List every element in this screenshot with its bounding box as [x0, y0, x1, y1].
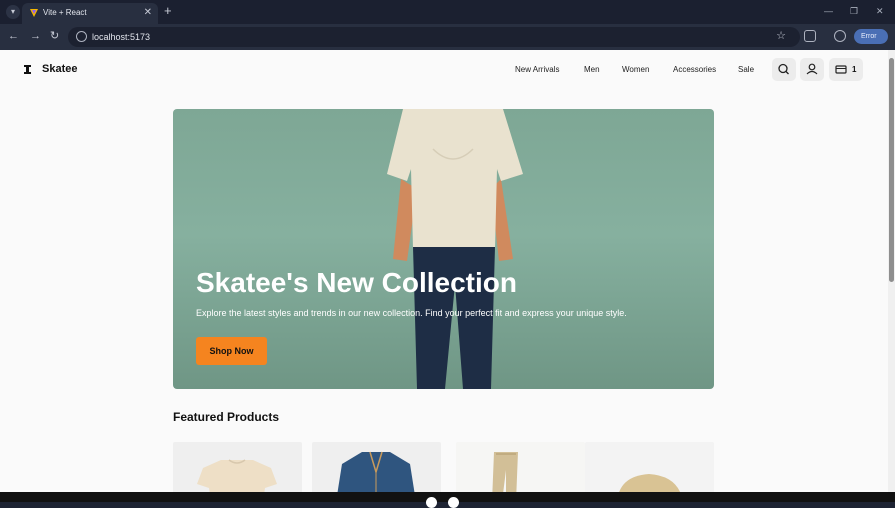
shop-now-button[interactable]: Shop Now — [196, 337, 267, 365]
nav-accessories[interactable]: Accessories — [673, 64, 716, 75]
page-viewport: Skatee New Arrivals Men Women Accessorie… — [0, 50, 888, 492]
scrollbar-thumb[interactable] — [889, 58, 894, 282]
tab-title: Vite + React — [43, 8, 87, 17]
window-close-icon[interactable]: ✕ — [876, 5, 884, 17]
cart-button[interactable]: 1 — [829, 58, 863, 81]
tshirt-image — [197, 459, 277, 492]
user-icon — [806, 63, 818, 75]
product-card-pants[interactable] — [456, 442, 585, 492]
cart-count: 1 — [852, 65, 857, 74]
back-icon[interactable]: ← — [8, 29, 19, 43]
new-tab-icon[interactable]: + — [164, 4, 172, 18]
product-card-tshirt[interactable] — [173, 442, 302, 492]
nav-men[interactable]: Men — [584, 64, 600, 75]
nav-women[interactable]: Women — [622, 64, 649, 75]
hero-model-image — [387, 109, 523, 389]
hero-title: Skatee's New Collection — [196, 267, 517, 298]
khaki-pants-image — [492, 452, 518, 492]
url-text[interactable]: localhost:5173 — [92, 31, 150, 43]
profile-button[interactable]: Error — [854, 29, 888, 44]
cursor-indicator — [448, 497, 459, 508]
nav-sale[interactable]: Sale — [738, 64, 754, 75]
minimize-icon[interactable]: — — [824, 5, 833, 17]
address-bar[interactable]: localhost:5173 ☆ — [68, 27, 800, 47]
logo-icon — [24, 65, 31, 74]
browser-titlebar: ▾ Vite + React ✕ + — ❐ ✕ — [0, 0, 895, 24]
cap-image — [619, 474, 680, 492]
featured-products-title: Featured Products — [173, 410, 280, 424]
site-logo[interactable]: Skatee — [42, 62, 77, 76]
tab-list-button[interactable]: ▾ — [6, 5, 20, 19]
hero-subtitle: Explore the latest styles and trends in … — [196, 308, 627, 318]
browser-toolbar: ← → ↻ localhost:5173 ☆ Error — [0, 24, 895, 50]
cart-icon — [835, 65, 847, 74]
account-icon[interactable] — [834, 30, 846, 42]
product-card-jacket[interactable] — [312, 442, 441, 492]
denim-jacket-image — [337, 451, 415, 492]
product-card-cap[interactable] — [585, 442, 714, 492]
extensions-icon[interactable] — [804, 30, 816, 42]
restore-icon[interactable]: ❐ — [850, 5, 858, 17]
site-info-icon[interactable] — [76, 31, 87, 42]
search-button[interactable] — [772, 58, 796, 81]
browser-tab[interactable]: Vite + React ✕ — [22, 3, 158, 24]
reload-icon[interactable]: ↻ — [50, 29, 59, 43]
page-scrollbar[interactable] — [888, 50, 895, 492]
search-icon — [778, 63, 789, 75]
site-header: Skatee New Arrivals Men Women Accessorie… — [0, 50, 888, 90]
cursor-indicator — [426, 497, 437, 508]
hero-banner: Skatee's New Collection Explore the late… — [173, 109, 714, 389]
nav-new-arrivals[interactable]: New Arrivals — [515, 64, 559, 75]
profile-label: Error — [861, 33, 877, 40]
forward-icon[interactable]: → — [30, 29, 41, 43]
account-button[interactable] — [800, 58, 824, 81]
vite-favicon-icon — [30, 9, 38, 17]
tab-close-icon[interactable]: ✕ — [144, 6, 152, 20]
bookmark-star-icon[interactable]: ☆ — [776, 29, 786, 43]
